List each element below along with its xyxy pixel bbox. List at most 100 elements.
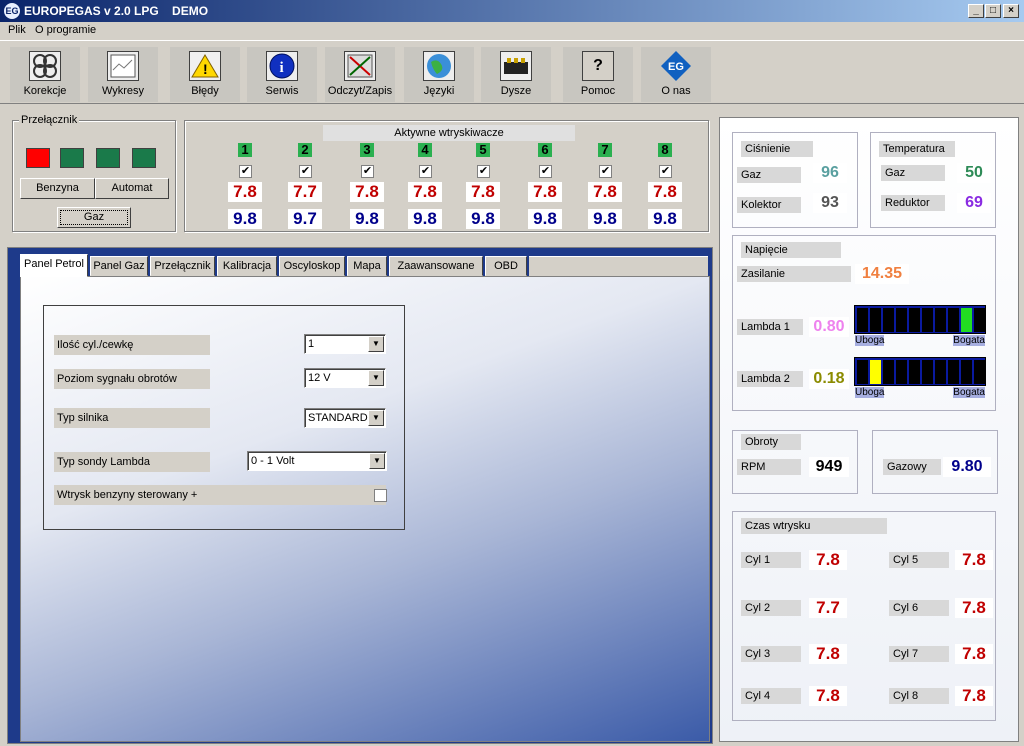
injector-number: 5 — [476, 143, 490, 157]
cyl-8-label: Cyl 8 — [889, 688, 949, 704]
tab-mapa[interactable]: Mapa — [347, 256, 387, 276]
pressure-title: Ciśnienie — [741, 141, 813, 157]
cyl-5-label: Cyl 5 — [889, 552, 949, 568]
serwis-label: Serwis — [265, 85, 299, 97]
lambda-segment — [935, 308, 946, 332]
dysze-button[interactable]: Dysze — [481, 47, 551, 102]
chevron-down-icon[interactable]: ▼ — [368, 336, 384, 352]
bledy-button[interactable]: ! Błędy — [170, 47, 240, 102]
minimize-button[interactable]: _ — [968, 4, 984, 18]
menu-plik[interactable]: Plik — [8, 24, 26, 36]
wykresy-label: Wykresy — [101, 85, 145, 97]
cyl-7-label: Cyl 7 — [889, 646, 949, 662]
lambda-segment — [935, 360, 946, 384]
gazowy-group: Gazowy 9.80 — [872, 430, 998, 494]
injector-top-value: 7.8 — [466, 182, 500, 202]
pomoc-label: Pomoc — [580, 85, 616, 97]
close-button[interactable]: × — [1003, 4, 1019, 18]
rpm-value: 949 — [809, 457, 849, 477]
lambda-segment — [870, 360, 881, 384]
lambda2-label: Lambda 2 — [737, 371, 803, 387]
lambda-type-label: Typ sondy Lambda — [54, 452, 210, 472]
chevron-down-icon[interactable]: ▼ — [368, 370, 384, 386]
chart-icon — [107, 51, 139, 81]
lambda-segment — [896, 308, 907, 332]
cyl-6-label: Cyl 6 — [889, 600, 949, 616]
lambda-type-value: 0 - 1 Volt — [251, 455, 295, 467]
gazowy-value: 9.80 — [943, 457, 991, 477]
pressure-kolektor-label: Kolektor — [737, 197, 801, 213]
tab-zaawansowane[interactable]: Zaawansowane — [389, 256, 483, 276]
cyl-label: Ilość cyl./cewkę — [54, 335, 210, 355]
lambda-segment — [961, 308, 972, 332]
korekcje-button[interactable]: Korekcje — [10, 47, 80, 102]
tab-panel-petrol[interactable]: Panel Petrol — [20, 254, 88, 277]
signal-value: 12 V — [308, 372, 331, 384]
lambda-segment — [883, 360, 894, 384]
benzyna-button[interactable]: Benzyna — [20, 178, 95, 199]
tab-oscyloskop[interactable]: Oscyloskop — [279, 256, 345, 276]
cyl-select[interactable]: 1 ▼ — [304, 334, 386, 354]
injector-checkbox[interactable]: ✔ — [239, 165, 252, 178]
jezyki-button[interactable]: Języki — [404, 47, 474, 102]
read-write-icon — [344, 51, 376, 81]
injector-top-value: 7.8 — [588, 182, 622, 202]
led-4 — [132, 148, 156, 168]
pomoc-button[interactable]: ? Pomoc — [563, 47, 633, 102]
nozzle-icon — [500, 51, 532, 81]
odczyt-zapis-button[interactable]: Odczyt/Zapis — [325, 47, 395, 102]
injection-time-title: Czas wtrysku — [741, 518, 887, 534]
temperature-group: Temperatura Gaz 50 Reduktor 69 — [870, 132, 996, 228]
pressure-gaz-label: Gaz — [737, 167, 801, 183]
injector-checkbox[interactable]: ✔ — [599, 165, 612, 178]
lambda-segment — [922, 360, 933, 384]
injector-top-value: 7.8 — [350, 182, 384, 202]
help-icon: ? — [582, 51, 614, 81]
tab-przelacznik[interactable]: Przełącznik — [150, 256, 215, 276]
engine-value: STANDARD — [308, 412, 368, 424]
menu-o-programie[interactable]: O programie — [35, 24, 96, 36]
lambda-segment — [974, 308, 985, 332]
injector-number: 1 — [238, 143, 252, 157]
lambda-segment — [948, 308, 959, 332]
lambda-segment — [974, 360, 985, 384]
signal-label: Poziom sygnału obrotów — [54, 369, 210, 389]
signal-select[interactable]: 12 V ▼ — [304, 368, 386, 388]
cyl-8-value: 7.8 — [955, 686, 993, 706]
chevron-down-icon[interactable]: ▼ — [369, 453, 385, 469]
petrol-injection-checkbox[interactable] — [374, 489, 387, 502]
rpm-label: RPM — [737, 459, 801, 475]
lambda-segment — [857, 360, 868, 384]
injector-checkbox[interactable]: ✔ — [539, 165, 552, 178]
status-panel: Ciśnienie Gaz 96 Kolektor 93 Temperatura… — [719, 117, 1019, 742]
maximize-button[interactable]: □ — [985, 4, 1001, 18]
temperature-title: Temperatura — [879, 141, 955, 157]
active-injectors-title: Aktywne wtryskiwacze — [323, 125, 575, 141]
injector-checkbox[interactable]: ✔ — [299, 165, 312, 178]
tab-kalibracja[interactable]: Kalibracja — [217, 256, 277, 276]
chevron-down-icon[interactable]: ▼ — [368, 410, 384, 426]
tab-panel-gaz[interactable]: Panel Gaz — [90, 256, 148, 276]
injector-checkbox[interactable]: ✔ — [361, 165, 374, 178]
jezyki-label: Języki — [423, 85, 455, 97]
automat-button[interactable]: Automat — [95, 178, 169, 199]
dysze-label: Dysze — [500, 85, 532, 97]
injector-number: 8 — [658, 143, 672, 157]
cyl-4-label: Cyl 4 — [741, 688, 801, 704]
tab-obd[interactable]: OBD — [485, 256, 527, 276]
o-nas-button[interactable]: EG O nas — [641, 47, 711, 102]
injector-checkbox[interactable]: ✔ — [477, 165, 490, 178]
wykresy-button[interactable]: Wykresy — [88, 47, 158, 102]
injector-checkbox[interactable]: ✔ — [659, 165, 672, 178]
lambda2-bogata-label: Bogata — [953, 387, 985, 398]
main-panel: Panel Petrol Panel Gaz Przełącznik Kalib… — [7, 247, 713, 744]
svg-text:i: i — [280, 60, 284, 76]
lambda-segment — [883, 308, 894, 332]
serwis-button[interactable]: i Serwis — [247, 47, 317, 102]
cyl-2-value: 7.7 — [809, 598, 847, 618]
cyl-1-value: 7.8 — [809, 550, 847, 570]
engine-select[interactable]: STANDARD ▼ — [304, 408, 386, 428]
gaz-button[interactable]: Gaz — [57, 207, 131, 228]
injector-checkbox[interactable]: ✔ — [419, 165, 432, 178]
lambda-type-select[interactable]: 0 - 1 Volt ▼ — [247, 451, 387, 471]
